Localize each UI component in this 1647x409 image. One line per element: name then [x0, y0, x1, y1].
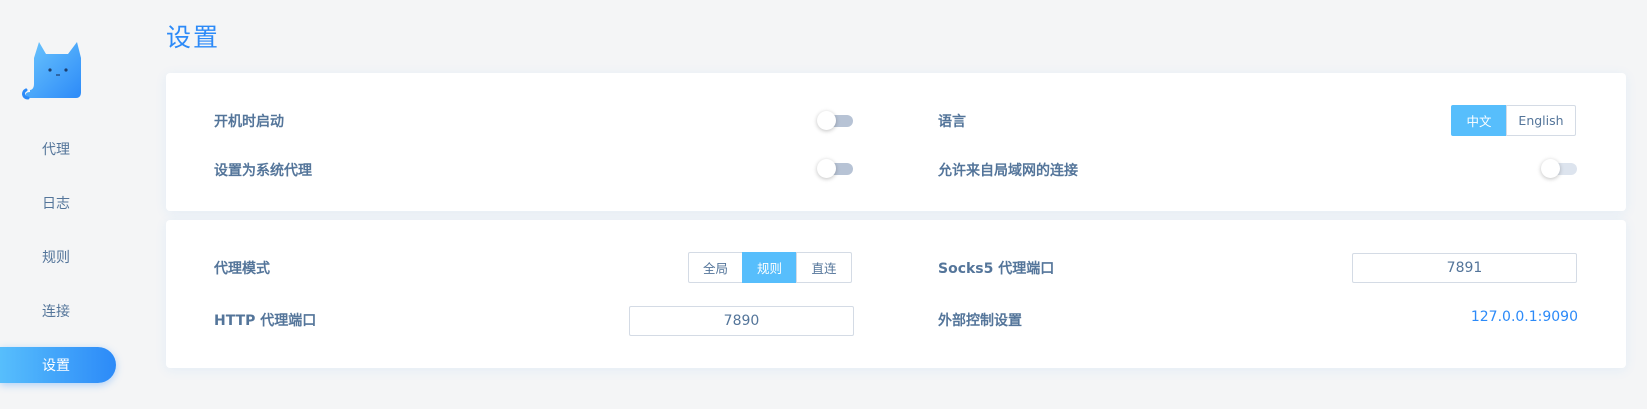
sidebar-item-connections[interactable]: 连接: [0, 293, 116, 329]
sidebar-item-label: 代理: [42, 142, 70, 158]
switch-knob: [817, 159, 836, 178]
startup-switch[interactable]: [817, 111, 853, 130]
external-control-label: 外部控制设置: [938, 313, 1022, 329]
socks-port-input[interactable]: [1352, 253, 1577, 283]
language-option-english[interactable]: English: [1506, 105, 1576, 136]
language-option-chinese[interactable]: 中文: [1451, 105, 1507, 136]
language-label: 语言: [938, 114, 966, 130]
proxy-mode-label: 代理模式: [214, 261, 270, 277]
sidebar-item-label: 连接: [42, 304, 70, 320]
page-title: 设置: [166, 23, 221, 52]
mode-option-rule[interactable]: 规则: [742, 252, 797, 283]
sidebar-item-settings[interactable]: 设置: [0, 347, 116, 383]
mode-option-global[interactable]: 全局: [688, 252, 743, 283]
mode-option-direct[interactable]: 直连: [796, 252, 852, 283]
language-selector: 中文 English: [1451, 105, 1576, 136]
system-proxy-label: 设置为系统代理: [214, 163, 312, 179]
sidebar-item-label: 规则: [42, 250, 70, 266]
general-settings-card: 开机时启动 设置为系统代理 语言 中文 English 允许来自局域网的连接: [166, 73, 1626, 211]
sidebar-item-proxy[interactable]: 代理: [0, 131, 116, 167]
http-port-input[interactable]: [629, 306, 854, 336]
sidebar: 代理 日志 规则 连接 设置: [0, 0, 118, 409]
switch-knob: [1541, 159, 1560, 178]
cat-logo-icon: [22, 42, 81, 100]
sidebar-item-label: 设置: [42, 358, 70, 374]
proxy-mode-selector: 全局 规则 直连: [688, 252, 852, 283]
external-control-link[interactable]: 127.0.0.1:9090: [1471, 309, 1578, 325]
http-port-label: HTTP 代理端口: [214, 313, 317, 329]
system-proxy-switch[interactable]: [817, 159, 853, 178]
allow-lan-label: 允许来自局域网的连接: [938, 163, 1078, 179]
sidebar-item-rules[interactable]: 规则: [0, 239, 116, 275]
switch-knob: [817, 111, 836, 130]
socks-port-label: Socks5 代理端口: [938, 261, 1055, 277]
proxy-settings-card: 代理模式 全局 规则 直连 HTTP 代理端口 Socks5 代理端口 外部控制…: [166, 220, 1626, 368]
sidebar-item-logs[interactable]: 日志: [0, 185, 116, 221]
sidebar-item-label: 日志: [42, 196, 70, 212]
allow-lan-switch[interactable]: [1541, 159, 1577, 178]
startup-label: 开机时启动: [214, 114, 284, 130]
